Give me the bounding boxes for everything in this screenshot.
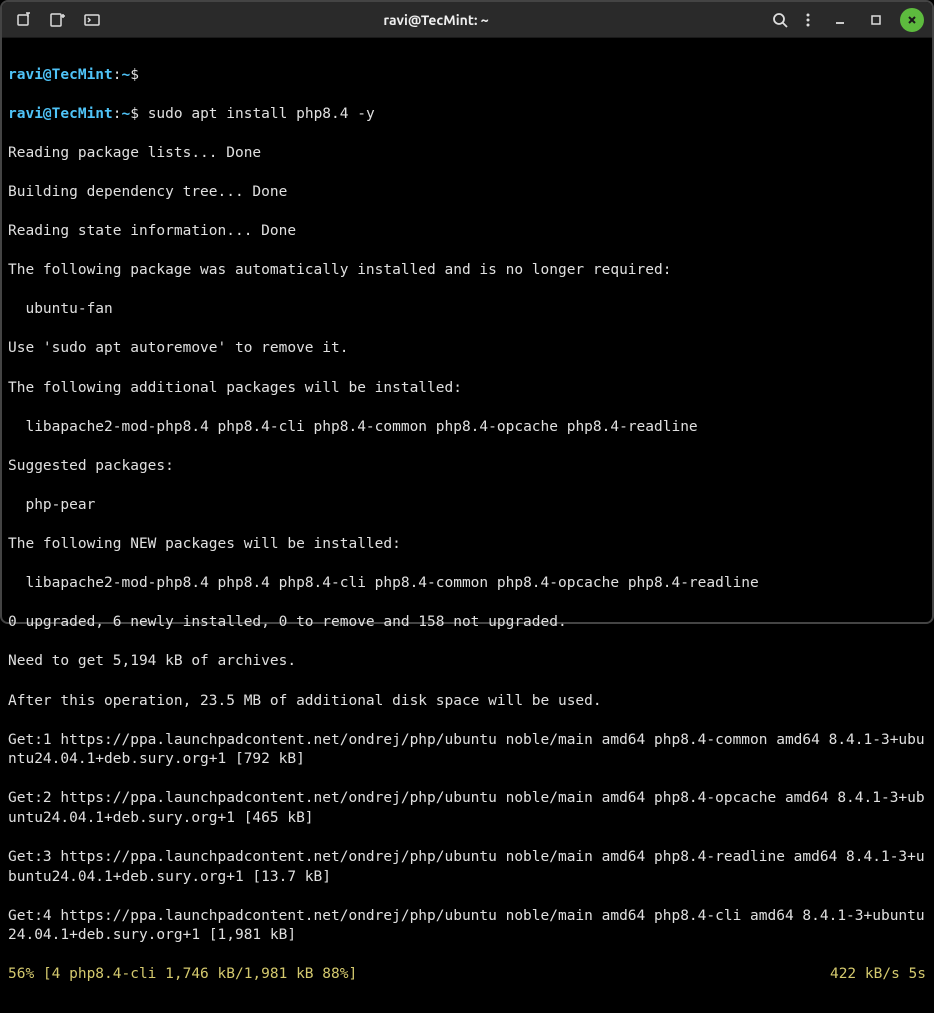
window-titlebar: ravi@TecMint: ~ bbox=[2, 2, 932, 38]
output-line: Reading package lists... Done bbox=[8, 144, 926, 164]
terminal-output[interactable]: ravi@TecMint:~$ ravi@TecMint:~$ sudo apt… bbox=[2, 38, 932, 1013]
output-line: Need to get 5,194 kB of archives. bbox=[8, 652, 926, 672]
output-line: Suggested packages: bbox=[8, 457, 926, 477]
command-text bbox=[139, 67, 148, 83]
terminal-icon[interactable] bbox=[84, 12, 100, 28]
prompt-separator: : bbox=[113, 106, 122, 122]
output-line: After this operation, 23.5 MB of additio… bbox=[8, 692, 926, 712]
menu-icon[interactable] bbox=[800, 12, 816, 28]
output-line: The following NEW packages will be insta… bbox=[8, 535, 926, 555]
titlebar-right-controls bbox=[772, 8, 924, 32]
window-title: ravi@TecMint: ~ bbox=[100, 12, 772, 28]
prompt-separator: : bbox=[113, 67, 122, 83]
prompt-user-host: ravi@TecMint bbox=[8, 106, 113, 122]
download-progress: 56% [4 php8.4-cli 1,746 kB/1,981 kB 88%]… bbox=[8, 965, 926, 985]
minimize-button[interactable] bbox=[828, 8, 852, 32]
prompt-path: ~ bbox=[122, 106, 131, 122]
output-line: libapache2-mod-php8.4 php8.4-cli php8.4-… bbox=[8, 418, 926, 438]
close-button[interactable] bbox=[900, 8, 924, 32]
output-line: Get:2 https://ppa.launchpadcontent.net/o… bbox=[8, 789, 926, 828]
output-line: libapache2-mod-php8.4 php8.4 php8.4-cli … bbox=[8, 574, 926, 594]
output-line: The following package was automatically … bbox=[8, 261, 926, 281]
output-line: Get:1 https://ppa.launchpadcontent.net/o… bbox=[8, 731, 926, 770]
prompt-user-host: ravi@TecMint bbox=[8, 67, 113, 83]
new-tab-icon[interactable] bbox=[16, 12, 32, 28]
output-line: Get:3 https://ppa.launchpadcontent.net/o… bbox=[8, 848, 926, 887]
prompt-path: ~ bbox=[122, 67, 131, 83]
progress-left: 56% [4 php8.4-cli 1,746 kB/1,981 kB 88%] bbox=[8, 966, 357, 982]
output-line: Reading state information... Done bbox=[8, 222, 926, 242]
prompt-dollar: $ bbox=[130, 106, 139, 122]
maximize-button[interactable] bbox=[864, 8, 888, 32]
prompt-line: ravi@TecMint:~$ sudo apt install php8.4 … bbox=[8, 105, 926, 125]
command-text: sudo apt install php8.4 -y bbox=[139, 106, 375, 122]
output-line: Use 'sudo apt autoremove' to remove it. bbox=[8, 339, 926, 359]
new-window-icon[interactable] bbox=[50, 12, 66, 28]
output-line: php-pear bbox=[8, 496, 926, 516]
output-line: Get:4 https://ppa.launchpadcontent.net/o… bbox=[8, 907, 926, 946]
prompt-dollar: $ bbox=[130, 67, 139, 83]
search-icon[interactable] bbox=[772, 12, 788, 28]
output-line: The following additional packages will b… bbox=[8, 379, 926, 399]
titlebar-left-controls bbox=[10, 12, 100, 28]
output-line: ubuntu-fan bbox=[8, 300, 926, 320]
progress-speed-eta: 422 kB/s 5s bbox=[830, 965, 926, 985]
output-line: Building dependency tree... Done bbox=[8, 183, 926, 203]
output-line: 0 upgraded, 6 newly installed, 0 to remo… bbox=[8, 613, 926, 633]
prompt-line: ravi@TecMint:~$ bbox=[8, 66, 926, 86]
